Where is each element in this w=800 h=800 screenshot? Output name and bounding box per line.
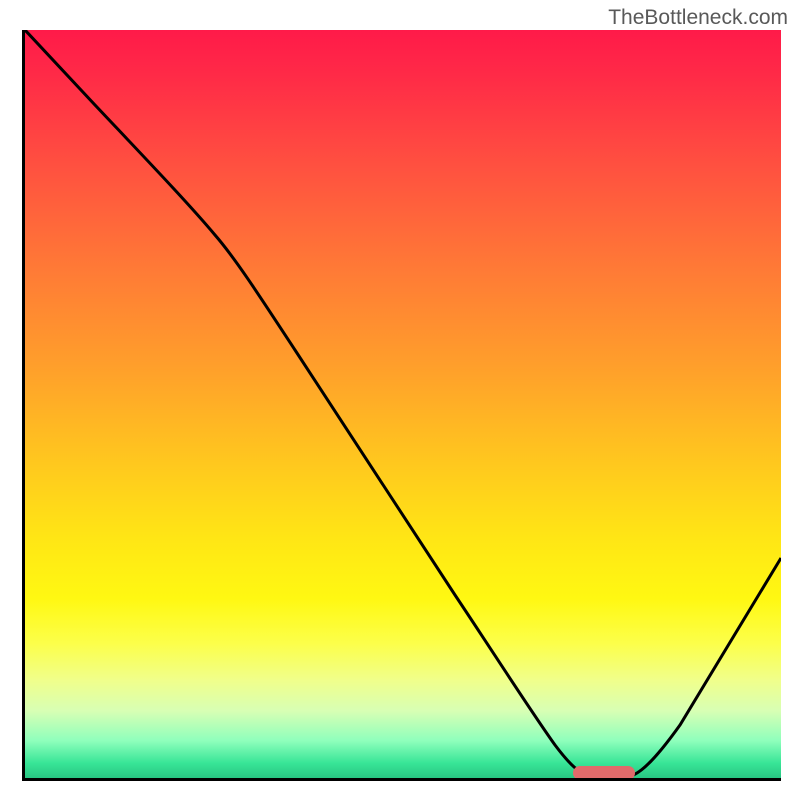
gradient-background [25,30,781,778]
plot-area [22,30,781,781]
chart-container: TheBottleneck.com [0,0,800,800]
watermark-text: TheBottleneck.com [608,6,788,30]
